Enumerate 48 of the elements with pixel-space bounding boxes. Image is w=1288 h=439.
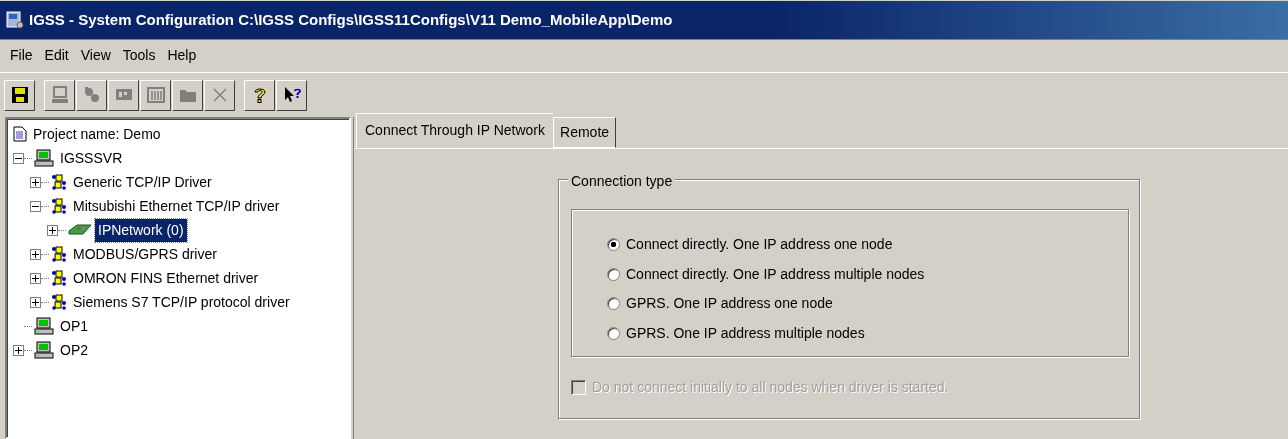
computer-icon xyxy=(34,317,54,335)
menu-item[interactable]: Help xyxy=(161,45,203,66)
toolbar-button[interactable] xyxy=(244,79,275,111)
nodes-icon xyxy=(51,246,67,262)
tab[interactable]: Connect Through IP Network xyxy=(356,113,554,148)
nodes-icon xyxy=(51,174,67,190)
menu-item[interactable]: File xyxy=(4,45,39,66)
tree-item[interactable]: IPNetwork (0) xyxy=(95,218,187,242)
expand-toggle[interactable] xyxy=(30,272,41,284)
expand-toggle[interactable] xyxy=(30,248,41,260)
toolbar-button[interactable] xyxy=(4,79,35,111)
expand-toggle[interactable] xyxy=(13,152,24,164)
radio-button[interactable] xyxy=(607,238,620,252)
tree-item[interactable]: Mitsubishi Ethernet TCP/IP driver xyxy=(70,194,283,218)
tree-item[interactable]: Project name: Demo xyxy=(30,122,164,146)
document-icon xyxy=(13,126,27,142)
tree-item[interactable]: Siemens S7 TCP/IP protocol driver xyxy=(70,290,293,314)
menu-item[interactable]: View xyxy=(74,45,117,66)
radio-label: GPRS. One IP address one node xyxy=(626,294,833,314)
computer-icon xyxy=(34,149,54,167)
app-icon xyxy=(6,11,24,29)
nodes-icon xyxy=(51,294,67,310)
nodes-icon xyxy=(51,270,67,286)
tree-item[interactable]: MODBUS/GPRS driver xyxy=(70,242,220,266)
toolbar-button[interactable] xyxy=(276,79,307,111)
tree-item[interactable]: IGSSSVR xyxy=(57,146,126,170)
expand-toggle[interactable] xyxy=(30,200,41,212)
circuit-board-icon xyxy=(68,223,92,237)
radio-label: Connect directly. One IP address one node xyxy=(626,235,893,255)
tab[interactable]: Remote xyxy=(553,117,617,148)
expand-toggle[interactable] xyxy=(13,344,24,356)
expand-toggle[interactable] xyxy=(47,224,58,236)
computer-icon xyxy=(49,85,70,105)
nodes-icon xyxy=(51,198,67,214)
radio-button[interactable] xyxy=(607,297,620,311)
menu-item[interactable]: Tools xyxy=(116,45,162,66)
expand-toggle[interactable] xyxy=(30,176,41,188)
window-title: IGSS - System Configuration C:\IGSS Configs\IGSS11Configs\V11 Demo_MobileApp\Demo xyxy=(29,9,673,30)
save-icon xyxy=(9,85,30,105)
tree-item[interactable]: OP1 xyxy=(57,314,91,338)
tree-item[interactable]: Generic TCP/IP Driver xyxy=(70,170,215,194)
radio-label: Connect directly. One IP address multiple nodes xyxy=(626,264,925,284)
computer-icon xyxy=(34,341,54,359)
tree-item[interactable]: OMRON FINS Ethernet driver xyxy=(70,266,262,290)
menu-item[interactable]: Edit xyxy=(38,45,75,66)
expand-toggle[interactable] xyxy=(30,296,41,308)
tree-item[interactable]: OP2 xyxy=(57,338,91,362)
radio-label: GPRS. One IP address multiple nodes xyxy=(626,323,865,343)
